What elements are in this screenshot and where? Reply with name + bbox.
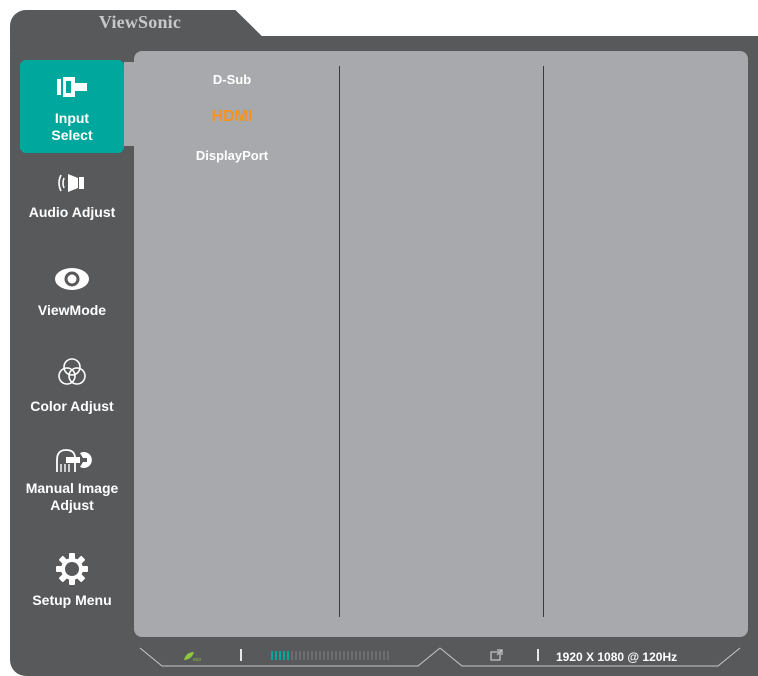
sidebar-item-label: Manual Image Adjust: [25, 480, 119, 513]
level-bar: [271, 651, 389, 660]
level-bar-segment: [331, 651, 333, 660]
level-bar-segment: [343, 651, 345, 660]
sidebar-item-viewmode[interactable]: ViewMode: [20, 266, 124, 326]
sidebar-item-color-adjust[interactable]: Color Adjust: [20, 356, 124, 416]
level-bar-segment: [311, 651, 313, 660]
gear-icon: [56, 553, 88, 585]
level-bar-segment: [335, 651, 337, 660]
column-divider: [339, 66, 340, 617]
level-bar-segment: [307, 651, 309, 660]
level-bar-segment: [279, 651, 281, 660]
option-d-sub[interactable]: D-Sub: [150, 72, 314, 87]
level-bar-segment: [283, 651, 285, 660]
level-bar-segment: [275, 651, 277, 660]
level-bar-segment: [375, 651, 377, 660]
level-bar-segment: [287, 651, 289, 660]
option-displayport[interactable]: DisplayPort: [150, 148, 314, 163]
level-bar-segment: [383, 651, 385, 660]
level-bar-segment: [355, 651, 357, 660]
status-separator: [537, 649, 539, 661]
sidebar-item-setup-menu[interactable]: Setup Menu: [20, 552, 124, 612]
sidebar-item-label: ViewMode: [37, 302, 107, 318]
eye-icon: [55, 268, 89, 290]
level-bar-segment: [379, 651, 381, 660]
speaker-icon: [58, 174, 84, 192]
resolution-readout: 1920 X 1080 @ 120Hz: [556, 650, 678, 664]
level-bar-segment: [339, 651, 341, 660]
level-bar-segment: [363, 651, 365, 660]
level-bar-segment: [359, 651, 361, 660]
level-bar-segment: [319, 651, 321, 660]
level-bar-segment: [367, 651, 369, 660]
content-panel: [134, 51, 748, 637]
level-bar-segment: [295, 651, 297, 660]
level-bar-segment: [315, 651, 317, 660]
level-bar-segment: [371, 651, 373, 660]
sidebar-item-label: Color Adjust: [30, 398, 114, 414]
level-bar-segment: [323, 651, 325, 660]
level-bar-segment: [271, 651, 273, 660]
input-select-icon: [57, 77, 87, 97]
status-separator: [240, 649, 242, 661]
svg-text:eco: eco: [193, 657, 201, 662]
sidebar-item-label: Setup Menu: [32, 592, 112, 608]
brand-logo: ViewSonic: [98, 12, 182, 32]
level-bar-segment: [303, 651, 305, 660]
column-divider: [543, 66, 544, 617]
level-bar-segment: [347, 651, 349, 660]
sidebar-item-label: Audio Adjust: [28, 204, 116, 220]
level-bar-segment: [291, 651, 293, 660]
option-hdmi[interactable]: HDMI: [150, 108, 314, 126]
sidebar-item-manual-image-adjust[interactable]: Manual Image Adjust: [20, 446, 124, 526]
sidebar-item-label: Input Select: [51, 110, 93, 143]
input-signal-icon: [490, 649, 503, 661]
sidebar-item-input-select[interactable]: Input Select: [20, 60, 124, 153]
rgb-circles-icon: [58, 358, 86, 385]
level-bar-segment: [327, 651, 329, 660]
level-bar-segment: [299, 651, 301, 660]
level-bar-segment: [351, 651, 353, 660]
eco-leaf-icon: eco: [184, 652, 201, 662]
level-bar-segment: [387, 651, 389, 660]
sidebar-item-audio-adjust[interactable]: Audio Adjust: [20, 170, 124, 230]
osd-window: ViewSonic D-Sub HDMI DisplayPort Input S…: [0, 0, 758, 676]
hand-wrench-icon: [56, 449, 92, 472]
